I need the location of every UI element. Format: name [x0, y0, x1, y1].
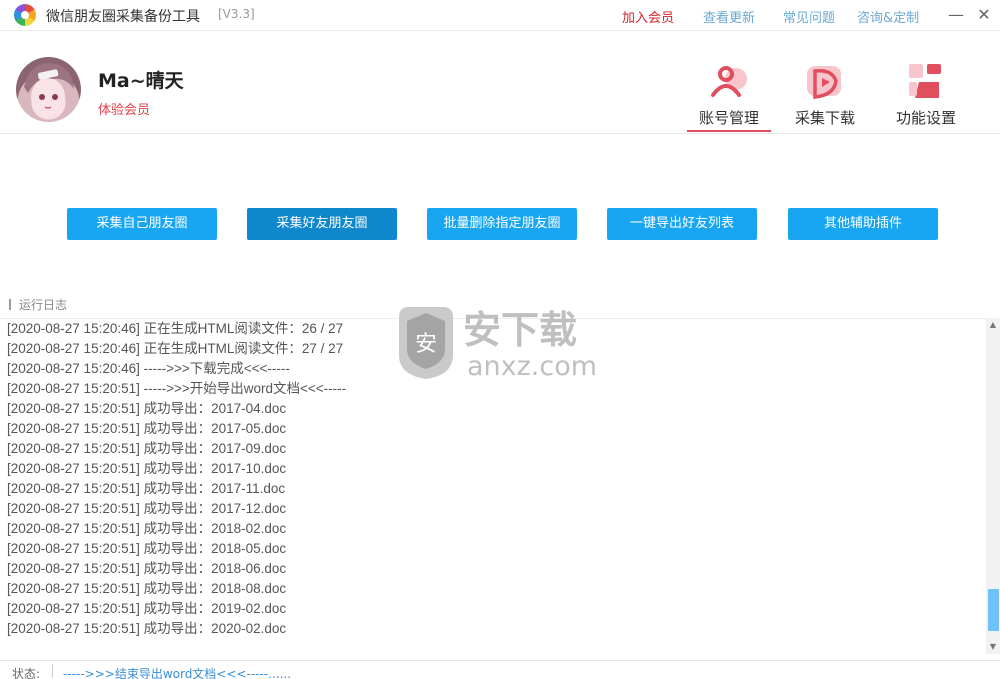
export-friend-list-button[interactable]: 一键导出好友列表 [607, 208, 757, 240]
username: Ma~晴天 [98, 70, 184, 92]
svg-text:安: 安 [415, 332, 437, 357]
tab-account-management[interactable]: 账号管理 [687, 61, 771, 132]
log-line: [2020-08-27 15:20:51] ----->>>开始导出word文档… [7, 381, 347, 396]
tab-feature-settings[interactable]: 功能设置 [884, 61, 968, 131]
log-scrollbar[interactable]: ▲ ▼ [986, 318, 1000, 654]
heading-bar [9, 299, 11, 310]
check-update-link[interactable]: 查看更新 [703, 7, 755, 26]
log-line: [2020-08-27 15:20:51] 成功导出：2017-12.doc [7, 501, 287, 516]
download-icon [807, 66, 841, 99]
log-line: [2020-08-27 15:20:51] 成功导出：2018-08.doc [7, 581, 287, 596]
tab-label: 采集下载 [794, 109, 855, 127]
close-button[interactable]: ✕ [973, 4, 995, 26]
watermark-brand: 安下载 [463, 308, 577, 352]
collect-friend-moments-button[interactable]: 采集好友朋友圈 [247, 208, 397, 240]
log-line: [2020-08-27 15:20:51] 成功导出：2018-06.doc [7, 561, 287, 576]
app-version: [V3.3] [218, 7, 255, 21]
join-vip-link[interactable]: 加入会员 [622, 7, 674, 26]
log-heading-label: 运行日志 [19, 298, 68, 312]
faq-link[interactable]: 常见问题 [783, 7, 835, 26]
tab-label: 功能设置 [895, 109, 956, 127]
batch-delete-moments-button[interactable]: 批量删除指定朋友圈 [427, 208, 577, 240]
app-title: 微信朋友圈采集备份工具 [46, 9, 200, 25]
tab-label: 账号管理 [698, 109, 759, 127]
log-line: [2020-08-27 15:20:51] 成功导出：2017-04.doc [7, 401, 287, 416]
scroll-up-icon[interactable]: ▲ [986, 318, 1000, 332]
log-line: [2020-08-27 15:20:51] 成功导出：2020-02.doc [7, 621, 287, 636]
tab-collect-download[interactable]: 采集下载 [783, 61, 867, 131]
collect-own-moments-button[interactable]: 采集自己朋友圈 [67, 208, 217, 240]
watermark-logo: 安 安下载 anxz.com [399, 307, 597, 381]
log-line: [2020-08-27 15:20:51] 成功导出：2018-02.doc [7, 521, 287, 536]
status-text: ----->>>结束导出word文档<<<-----...... [63, 667, 292, 679]
consult-link[interactable]: 咨询&定制 [857, 7, 919, 26]
watermark-domain: anxz.com [467, 351, 597, 381]
log-line: [2020-08-27 15:20:51] 成功导出：2017-09.doc [7, 441, 287, 456]
settings-icon [909, 64, 941, 98]
user-icon [711, 66, 747, 97]
action-panel: 采集自己朋友圈 采集好友朋友圈 批量删除指定朋友圈 一键导出好友列表 其他辅助插… [0, 135, 1000, 295]
log-line: [2020-08-27 15:20:51] 成功导出：2017-11.doc [7, 481, 286, 496]
minimize-button[interactable]: — [945, 4, 967, 26]
other-plugins-button[interactable]: 其他辅助插件 [788, 208, 938, 240]
log-line: [2020-08-27 15:20:51] 成功导出：2019-02.doc [7, 601, 287, 616]
title-bar: 微信朋友圈采集备份工具 [V3.3] 加入会员 查看更新 常见问题 咨询&定制 … [0, 0, 1000, 31]
scroll-down-icon[interactable]: ▼ [986, 640, 1000, 654]
scroll-thumb[interactable] [988, 589, 999, 631]
status-label: 状态: [12, 667, 41, 679]
log-line: [2020-08-27 15:20:51] 成功导出：2017-05.doc [7, 421, 287, 436]
avatar[interactable] [16, 57, 81, 122]
header: Ma~晴天 体验会员 账号管理 采集下载 功能设置 [0, 31, 1000, 134]
log-heading: 运行日志 [9, 296, 67, 313]
app-logo-icon [14, 4, 36, 26]
member-level: 体验会员 [98, 103, 151, 118]
log-line: [2020-08-27 15:20:51] 成功导出：2017-10.doc [7, 461, 287, 476]
status-bar: 状态: ----->>>结束导出word文档<<<-----...... [0, 660, 1000, 679]
log-line: [2020-08-27 15:20:51] 成功导出：2018-05.doc [7, 541, 287, 556]
status-divider [52, 664, 53, 678]
